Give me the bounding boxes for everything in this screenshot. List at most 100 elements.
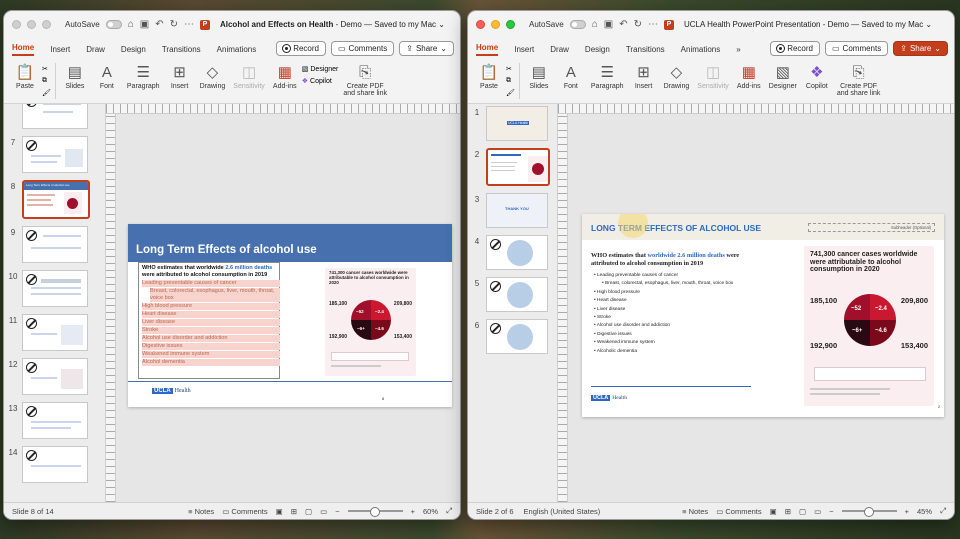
- slide-sorter-icon[interactable]: ⊞: [785, 507, 791, 516]
- cut-icon[interactable]: ✂: [506, 65, 515, 73]
- save-icon[interactable]: ▣: [604, 19, 613, 30]
- reading-view-icon[interactable]: ▢: [305, 507, 312, 516]
- thumbnail-slide[interactable]: [22, 358, 88, 395]
- thumbnail-13[interactable]: 13: [4, 402, 105, 439]
- thumbnail-slide[interactable]: [486, 319, 548, 354]
- thumbnail-3[interactable]: 3 THANK YOU: [468, 193, 557, 228]
- font-button[interactable]: A Font: [556, 63, 586, 90]
- intro-text[interactable]: WHO estimates that worldwide 2.6 million…: [591, 252, 761, 268]
- thumbnail-slide-selected[interactable]: [486, 148, 550, 186]
- paste-button[interactable]: 📋 Paste: [474, 63, 504, 90]
- slide-thumbnail-pane[interactable]: 6 7 8: [4, 104, 106, 502]
- thumbnail-9[interactable]: 9: [4, 226, 105, 263]
- tab-transitions[interactable]: Transitions: [626, 45, 665, 54]
- save-icon[interactable]: ▣: [140, 19, 149, 30]
- format-painter-icon[interactable]: 🖌: [42, 89, 51, 97]
- thumbnail-slide[interactable]: [22, 270, 88, 307]
- reading-view-icon[interactable]: ▢: [799, 507, 806, 516]
- slides-button[interactable]: ▤ Slides: [60, 63, 90, 90]
- thumbnail-6[interactable]: 6: [468, 319, 557, 354]
- slide-title[interactable]: LONG TERM EFFECTS OF ALCOHOL USE: [591, 223, 761, 233]
- thumbnail-11[interactable]: 11: [4, 314, 105, 351]
- record-button[interactable]: Record: [276, 41, 326, 56]
- notes-button[interactable]: ≡ Notes: [682, 507, 708, 516]
- zoom-out-icon[interactable]: −: [335, 507, 339, 516]
- redo-icon[interactable]: ↻: [634, 19, 642, 30]
- minimize-window-button[interactable]: [27, 20, 36, 29]
- more-tabs-icon[interactable]: »: [736, 45, 740, 54]
- language-indicator[interactable]: English (United States): [524, 507, 601, 516]
- thumbnail-slide[interactable]: [22, 136, 88, 173]
- infographic-image[interactable]: 741,300 cancer cases worldwide were attr…: [325, 268, 416, 376]
- paste-button[interactable]: 📋 Paste: [10, 63, 40, 90]
- zoom-in-icon[interactable]: +: [905, 507, 909, 516]
- current-slide[interactable]: Long Term Effects of alcohol use WHO est…: [128, 224, 452, 407]
- zoom-level[interactable]: 45%: [917, 507, 932, 516]
- copilot-button[interactable]: ❖ Copilot: [302, 77, 339, 85]
- copilot-button[interactable]: ❖ Copilot: [802, 63, 832, 90]
- tab-design[interactable]: Design: [121, 45, 146, 54]
- tab-insert[interactable]: Insert: [50, 45, 70, 54]
- slideshow-icon[interactable]: ▭: [814, 507, 821, 516]
- paragraph-button[interactable]: ☰ Paragraph: [124, 63, 163, 90]
- zoom-level[interactable]: 60%: [423, 507, 438, 516]
- drawing-button[interactable]: ◇ Drawing: [197, 63, 229, 90]
- infographic-image[interactable]: 741,300 cancer cases worldwide were attr…: [804, 246, 934, 406]
- home-icon[interactable]: ⌂: [128, 19, 134, 30]
- autosave-toggle[interactable]: [569, 20, 586, 29]
- slides-button[interactable]: ▤ Slides: [524, 63, 554, 90]
- slide-thumbnail-pane[interactable]: 1 UCLA Health 2 3 THANK YOU 4 5 6: [468, 104, 558, 502]
- close-window-button[interactable]: [12, 20, 21, 29]
- thumbnail-slide[interactable]: [22, 226, 88, 263]
- share-button[interactable]: ⇪ Share ⌄: [399, 41, 454, 56]
- thumbnail-slide[interactable]: [22, 104, 88, 129]
- subheader-placeholder[interactable]: Subheader (Optional): [808, 223, 935, 232]
- current-slide[interactable]: LONG TERM EFFECTS OF ALCOHOL USE Subhead…: [582, 214, 944, 417]
- thumbnail-slide[interactable]: [486, 277, 548, 312]
- thumbnail-14[interactable]: 14: [4, 446, 105, 483]
- zoom-window-button[interactable]: [42, 20, 51, 29]
- close-window-button[interactable]: [476, 20, 485, 29]
- slide-editor[interactable]: Long Term Effects of alcohol use WHO est…: [106, 104, 460, 502]
- undo-icon[interactable]: ↶: [155, 19, 163, 30]
- text-placeholder-selected[interactable]: WHO estimates that worldwide 2.6 million…: [138, 262, 280, 379]
- tab-insert[interactable]: Insert: [514, 45, 534, 54]
- more-icon[interactable]: ⋯: [184, 19, 194, 30]
- format-painter-icon[interactable]: 🖌: [506, 89, 515, 97]
- tab-transitions[interactable]: Transitions: [162, 45, 201, 54]
- tab-design[interactable]: Design: [585, 45, 610, 54]
- fit-to-window-icon[interactable]: ⤢: [940, 506, 946, 516]
- comments-button[interactable]: ▭ Comments: [824, 41, 889, 56]
- designer-button[interactable]: ▧ Designer: [302, 65, 339, 73]
- comments-status-button[interactable]: ▭ Comments: [716, 507, 761, 516]
- add-ins-button[interactable]: ▦ Add-ins: [270, 63, 300, 90]
- thumbnail-slide[interactable]: [22, 314, 88, 351]
- thumbnail-slide-selected[interactable]: Long Term Effects of alcohol use: [22, 180, 90, 219]
- create-pdf-button[interactable]: ⎘ Create PDF and share link: [834, 63, 884, 97]
- thumbnail-slide[interactable]: THANK YOU: [486, 193, 548, 228]
- tab-animations[interactable]: Animations: [681, 45, 721, 54]
- zoom-out-icon[interactable]: −: [829, 507, 833, 516]
- slide-sorter-icon[interactable]: ⊞: [291, 507, 297, 516]
- bullet-list[interactable]: • Leading preventable causes of cancer •…: [594, 272, 764, 356]
- zoom-slider[interactable]: [841, 507, 897, 517]
- undo-icon[interactable]: ↶: [619, 19, 627, 30]
- thumbnail-6[interactable]: 6: [4, 104, 105, 129]
- thumbnail-slide[interactable]: [486, 235, 548, 270]
- normal-view-icon[interactable]: ▣: [770, 507, 777, 516]
- slide-editor[interactable]: LONG TERM EFFECTS OF ALCOHOL USE Subhead…: [558, 104, 954, 502]
- tab-draw[interactable]: Draw: [86, 45, 105, 54]
- drawing-button[interactable]: ◇ Drawing: [661, 63, 693, 90]
- thumbnail-7[interactable]: 7: [4, 136, 105, 173]
- thumbnail-10[interactable]: 10: [4, 270, 105, 307]
- document-title[interactable]: Alcohol and Effects on Health - Demo — S…: [220, 20, 445, 29]
- notes-button[interactable]: ≡ Notes: [188, 507, 214, 516]
- add-ins-button[interactable]: ▦ Add-ins: [734, 63, 764, 90]
- fit-to-window-icon[interactable]: ⤢: [446, 506, 452, 516]
- thumbnail-1[interactable]: 1 UCLA Health: [468, 106, 557, 141]
- thumbnail-8[interactable]: 8 Long Term Effects of alcohol use: [4, 180, 105, 219]
- sensitivity-button[interactable]: ◫ Sensitivity: [230, 63, 268, 90]
- thumbnail-2[interactable]: 2: [468, 148, 557, 186]
- home-icon[interactable]: ⌂: [592, 19, 598, 30]
- thumbnail-slide[interactable]: [22, 446, 88, 483]
